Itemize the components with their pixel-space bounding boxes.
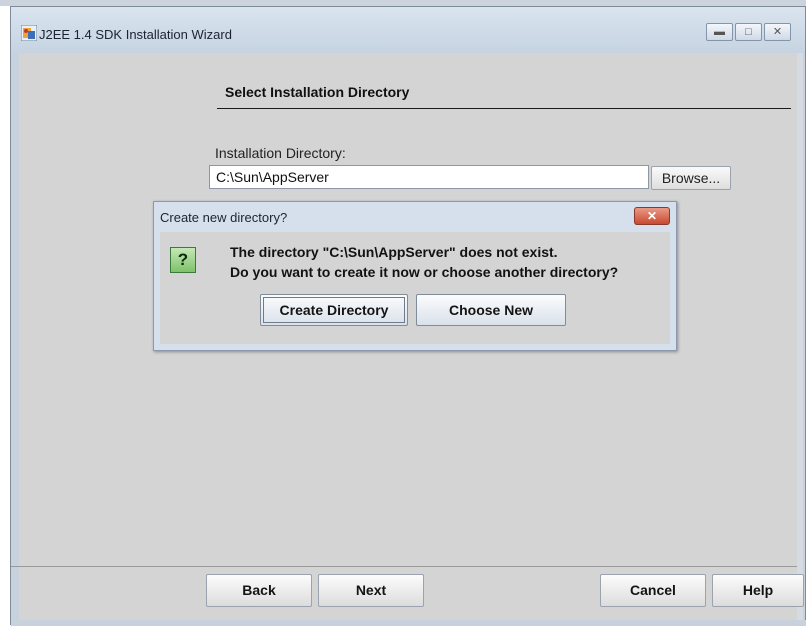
window-border-right xyxy=(803,53,805,620)
dialog-close-icon[interactable]: ✕ xyxy=(634,207,670,225)
help-button[interactable]: Help xyxy=(712,574,804,607)
installation-directory-label: Installation Directory: xyxy=(215,145,346,161)
dialog-message-line2: Do you want to create it now or choose a… xyxy=(230,264,619,280)
installation-directory-input[interactable] xyxy=(209,165,649,189)
window-titlebar[interactable]: J2EE 1.4 SDK Installation Wizard ▬ □ ✕ xyxy=(11,7,805,53)
dialog-message-line1: The directory "C:\Sun\AppServer" does no… xyxy=(230,244,558,260)
browse-button[interactable]: Browse... xyxy=(651,166,731,190)
maximize-icon[interactable]: □ xyxy=(735,23,762,41)
window-border-bottom xyxy=(11,620,806,626)
minimize-icon[interactable]: ▬ xyxy=(706,23,733,41)
dialog-title: Create new directory? xyxy=(160,210,288,225)
wizard-footer: Back Next Cancel Help xyxy=(19,567,804,620)
window-border-left xyxy=(11,53,19,620)
cancel-button[interactable]: Cancel xyxy=(600,574,706,607)
choose-new-button[interactable]: Choose New xyxy=(416,294,566,326)
java-installer-icon xyxy=(21,25,37,41)
back-button[interactable]: Back xyxy=(206,574,312,607)
section-divider xyxy=(217,108,791,109)
window-title: J2EE 1.4 SDK Installation Wizard xyxy=(39,27,232,42)
next-button[interactable]: Next xyxy=(318,574,424,607)
close-icon[interactable]: ✕ xyxy=(764,23,791,41)
installer-window: J2EE 1.4 SDK Installation Wizard ▬ □ ✕ S… xyxy=(10,6,806,626)
create-directory-dialog: Create new directory? ✕ ? The directory … xyxy=(153,201,677,351)
dialog-body: ? The directory "C:\Sun\AppServer" does … xyxy=(160,232,670,344)
create-directory-button[interactable]: Create Directory xyxy=(260,294,408,326)
window-controls: ▬ □ ✕ xyxy=(704,23,791,41)
section-title: Select Installation Directory xyxy=(225,84,410,100)
question-icon: ? xyxy=(170,247,196,273)
